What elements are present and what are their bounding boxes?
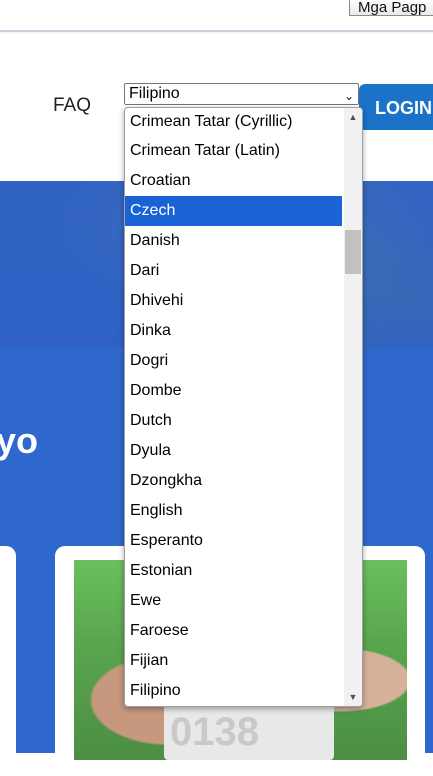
language-dropdown[interactable]: Crimean Tatar (Cyrillic) Crimean Tatar (… <box>124 107 363 707</box>
language-option[interactable]: Dutch <box>125 406 342 436</box>
language-option[interactable]: Dzongkha <box>125 466 342 496</box>
top-language-selector[interactable]: Mga Pagp <box>349 0 433 16</box>
language-option[interactable]: Dinka <box>125 316 342 346</box>
language-option[interactable]: Dombe <box>125 376 342 406</box>
race-bib-number: 0138 <box>170 710 259 754</box>
language-option[interactable]: Crimean Tatar (Latin) <box>125 136 342 166</box>
card-left[interactable] <box>0 546 16 776</box>
language-option[interactable]: Estonian <box>125 556 342 586</box>
language-option[interactable]: Dhivehi <box>125 286 342 316</box>
scrollbar-thumb[interactable] <box>345 230 361 274</box>
language-option[interactable]: English <box>125 496 342 526</box>
language-option[interactable]: Dogri <box>125 346 342 376</box>
language-option[interactable]: Dari <box>125 256 342 286</box>
language-option[interactable]: Danish <box>125 226 342 256</box>
triangle-down-icon[interactable]: ▼ <box>344 688 362 706</box>
language-option[interactable]: Fijian <box>125 646 342 676</box>
hero-heading: yo <box>0 420 39 461</box>
language-option[interactable]: Esperanto <box>125 526 342 556</box>
faq-link[interactable]: FAQ <box>53 95 91 117</box>
language-option-highlighted[interactable]: Czech <box>125 196 342 226</box>
language-option[interactable]: Croatian <box>125 166 342 196</box>
triangle-up-icon[interactable]: ▲ <box>344 108 362 126</box>
chevron-down-icon: ⌄ <box>343 89 354 103</box>
top-bar: Mga Pagp <box>0 0 433 32</box>
login-button[interactable]: LOGIN <box>359 84 433 130</box>
language-option[interactable]: Ewe <box>125 586 342 616</box>
language-option[interactable]: Faroese <box>125 616 342 646</box>
language-option[interactable]: Filipino <box>125 676 342 706</box>
language-option[interactable]: Crimean Tatar (Cyrillic) <box>125 108 342 136</box>
dropdown-scrollbar[interactable]: ▲ ▼ <box>344 108 362 706</box>
language-select-value: Filipino <box>129 85 180 102</box>
language-option[interactable]: Dyula <box>125 436 342 466</box>
language-option-list: Crimean Tatar (Cyrillic) Crimean Tatar (… <box>125 108 342 706</box>
language-select[interactable]: Filipino ⌄ <box>124 83 359 105</box>
